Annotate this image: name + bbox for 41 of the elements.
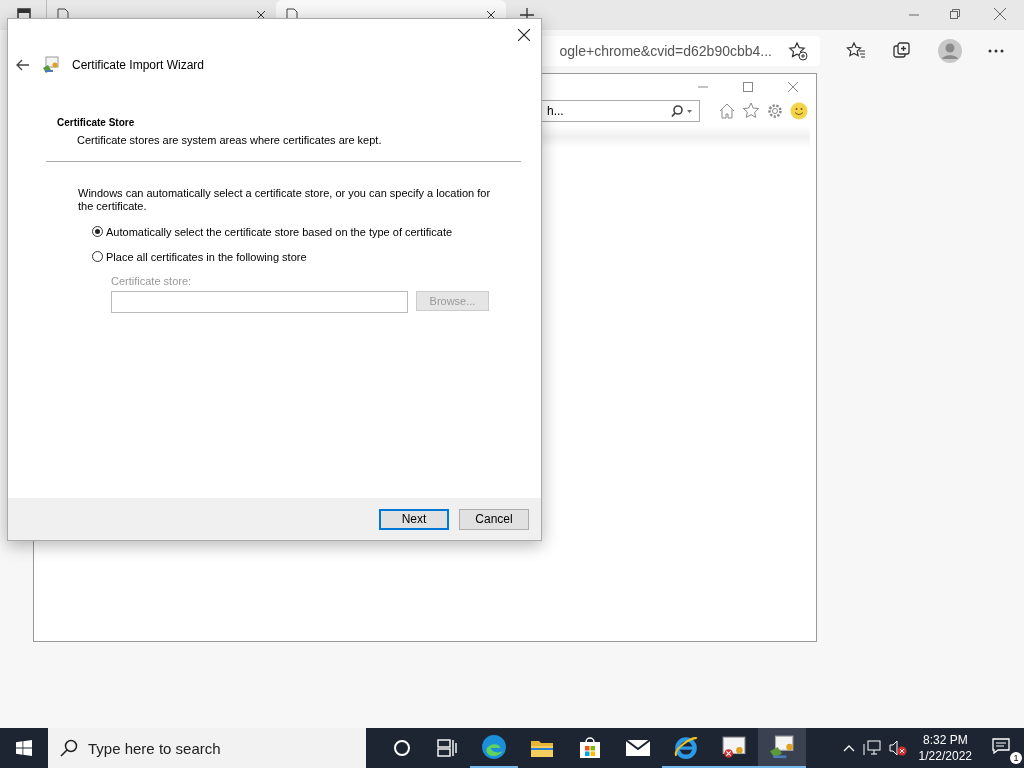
dialog-button[interactable]: Next xyxy=(379,508,449,530)
close-icon[interactable] xyxy=(518,29,530,41)
search-icon[interactable] xyxy=(671,105,693,117)
favorites-icon[interactable] xyxy=(846,41,866,61)
star-plus-icon[interactable] xyxy=(788,41,808,61)
gear-icon[interactable] xyxy=(766,102,784,120)
certificate-icon xyxy=(42,56,60,74)
star-icon[interactable] xyxy=(742,102,760,120)
restore-icon[interactable] xyxy=(950,9,960,19)
avatar-icon[interactable] xyxy=(938,39,962,63)
task-view-icon[interactable] xyxy=(437,739,457,757)
dialog-button[interactable]: Cancel xyxy=(459,508,529,530)
collections-icon[interactable] xyxy=(892,41,912,61)
speaker-muted-icon[interactable] xyxy=(888,740,907,756)
notification-count: 1 xyxy=(1010,752,1022,764)
search-text: h... xyxy=(547,104,564,118)
smiley-icon[interactable] xyxy=(790,102,808,120)
search-field[interactable]: Type here to search xyxy=(48,728,366,768)
clock-time[interactable]: 8:32 PM xyxy=(922,732,968,748)
certificate-wizard-icon[interactable] xyxy=(758,728,806,768)
windows-logo-icon[interactable] xyxy=(16,740,32,756)
cortana-icon[interactable] xyxy=(393,739,411,757)
more-icon[interactable] xyxy=(988,49,1004,53)
radio-option[interactable]: Automatically select the certificate store based on the type of certificate xyxy=(92,225,521,238)
url-text: ogle+chrome&cvid=d62b90cbb4... xyxy=(559,43,772,59)
back-arrow-icon[interactable] xyxy=(16,59,30,71)
maximize-icon[interactable] xyxy=(743,82,753,92)
section-heading: Certificate Store xyxy=(57,117,136,128)
section-description: Certificate stores are system areas where certificates are kept. xyxy=(77,134,383,146)
close-icon[interactable] xyxy=(486,10,496,20)
search-icon xyxy=(60,739,78,757)
intro-text: Windows can automatically select a certificate store, or you can specify a location for the certificate. xyxy=(78,187,492,213)
radio-option[interactable]: Place all certificates in the following store xyxy=(92,250,521,263)
clock-date[interactable]: 1/22/2022 xyxy=(918,748,972,764)
close-icon[interactable] xyxy=(256,10,266,20)
window-title: Certificate Import Wizard xyxy=(72,58,205,72)
field-label: Certificate store: xyxy=(111,275,193,287)
notification-icon[interactable] xyxy=(992,738,1010,754)
network-icon[interactable] xyxy=(862,740,881,756)
home-icon[interactable] xyxy=(718,102,736,120)
chevron-up-icon[interactable] xyxy=(842,744,855,752)
